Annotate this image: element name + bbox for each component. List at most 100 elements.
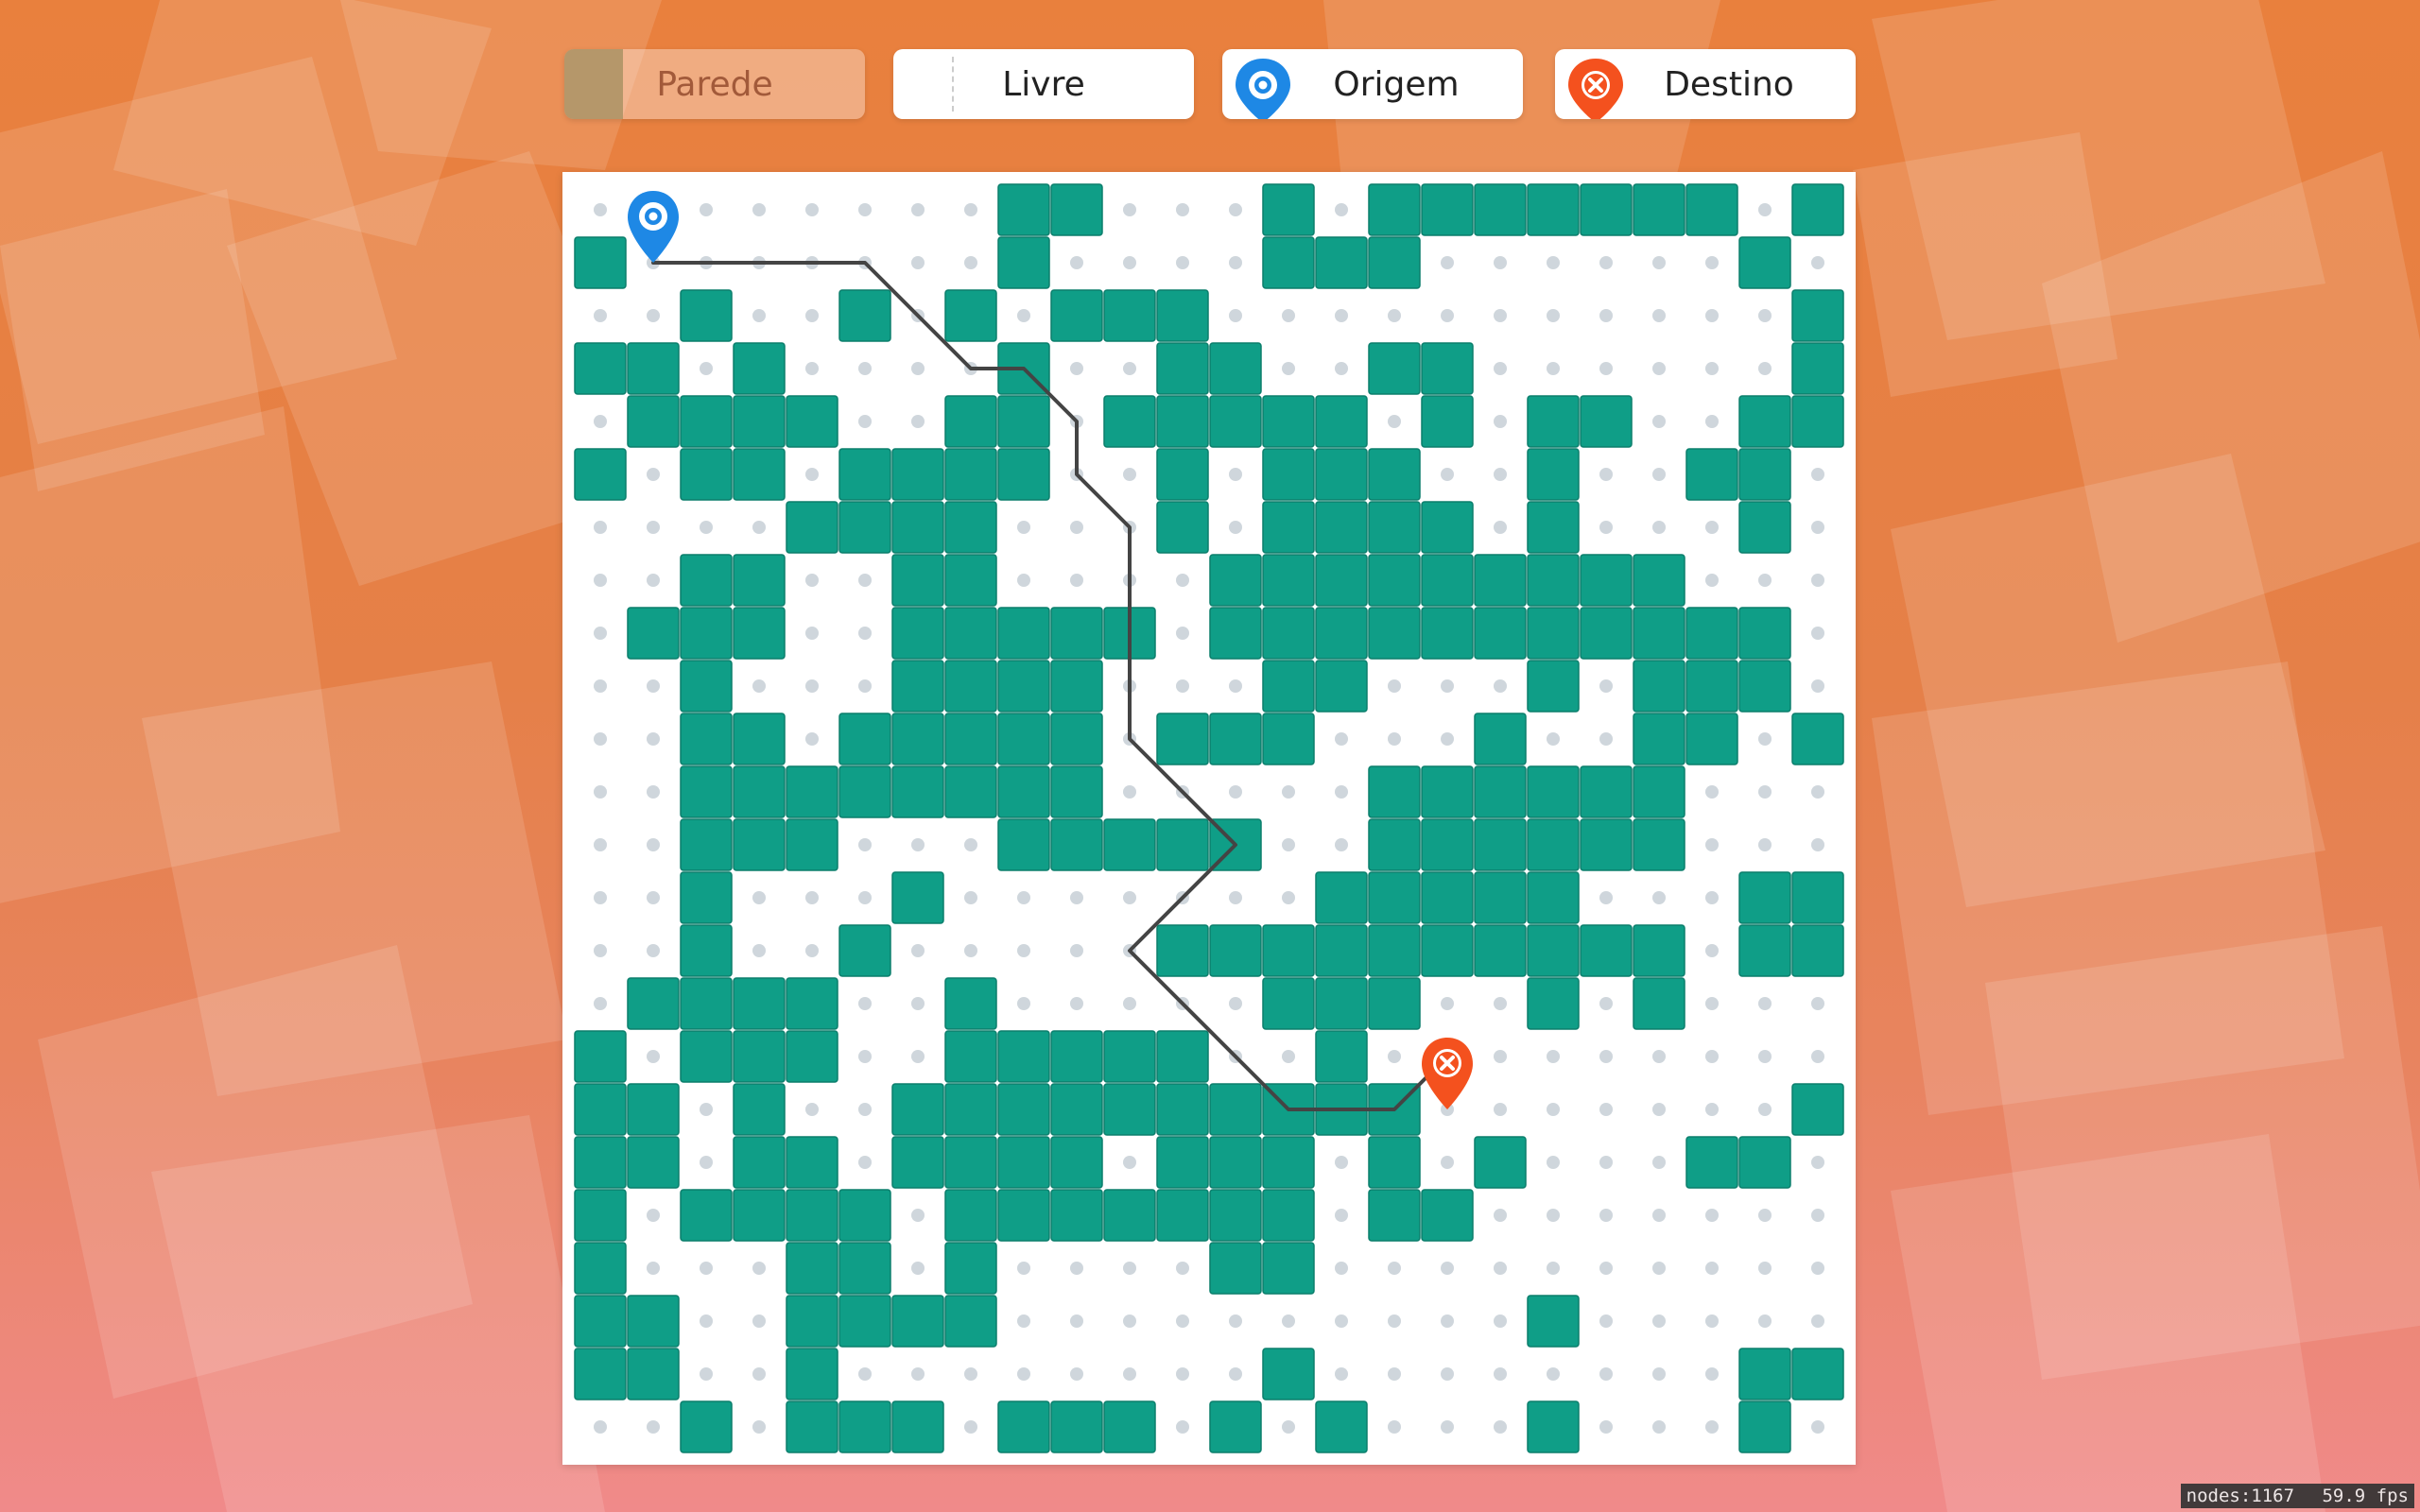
- wall-cell[interactable]: [627, 1136, 680, 1189]
- free-cell[interactable]: [1070, 362, 1083, 375]
- free-cell[interactable]: [1229, 309, 1242, 322]
- wall-cell[interactable]: [1738, 660, 1791, 713]
- free-cell[interactable]: [1758, 838, 1772, 851]
- free-cell[interactable]: [1547, 1156, 1560, 1169]
- free-cell[interactable]: [1705, 891, 1719, 904]
- wall-cell[interactable]: [1315, 977, 1368, 1030]
- wall-cell[interactable]: [1315, 236, 1368, 289]
- free-cell[interactable]: [1176, 256, 1189, 269]
- free-cell[interactable]: [911, 256, 925, 269]
- free-cell[interactable]: [1599, 362, 1613, 375]
- free-cell[interactable]: [647, 891, 660, 904]
- wall-cell[interactable]: [944, 1189, 997, 1242]
- wall-cell[interactable]: [997, 395, 1050, 448]
- wall-cell[interactable]: [1738, 501, 1791, 554]
- wall-cell[interactable]: [944, 1295, 997, 1348]
- free-cell[interactable]: [700, 362, 713, 375]
- free-cell[interactable]: [1705, 1103, 1719, 1116]
- free-cell[interactable]: [1017, 891, 1030, 904]
- free-cell[interactable]: [1441, 309, 1454, 322]
- wall-cell[interactable]: [1315, 607, 1368, 660]
- wall-cell[interactable]: [997, 660, 1050, 713]
- wall-cell[interactable]: [1580, 607, 1633, 660]
- free-cell[interactable]: [1758, 1314, 1772, 1328]
- free-cell[interactable]: [1017, 309, 1030, 322]
- free-cell[interactable]: [752, 203, 766, 216]
- free-cell[interactable]: [647, 785, 660, 799]
- free-cell[interactable]: [858, 203, 872, 216]
- free-cell[interactable]: [1282, 1050, 1295, 1063]
- wall-cell[interactable]: [1474, 924, 1527, 977]
- free-cell[interactable]: [1652, 1420, 1666, 1434]
- wall-cell[interactable]: [1050, 713, 1103, 765]
- free-cell[interactable]: [1494, 309, 1507, 322]
- free-cell[interactable]: [1441, 679, 1454, 693]
- free-cell[interactable]: [700, 1367, 713, 1381]
- wall-cell[interactable]: [1262, 660, 1315, 713]
- free-cell[interactable]: [1705, 1367, 1719, 1381]
- wall-cell[interactable]: [680, 713, 733, 765]
- free-cell[interactable]: [911, 997, 925, 1010]
- wall-cell[interactable]: [1368, 765, 1421, 818]
- wall-cell[interactable]: [1368, 554, 1421, 607]
- free-cell[interactable]: [1652, 1314, 1666, 1328]
- wall-cell[interactable]: [1209, 1189, 1262, 1242]
- free-cell[interactable]: [1070, 891, 1083, 904]
- free-cell[interactable]: [700, 1262, 713, 1275]
- free-cell[interactable]: [858, 891, 872, 904]
- wall-cell[interactable]: [1103, 1083, 1156, 1136]
- free-cell[interactable]: [1388, 1314, 1401, 1328]
- free-cell[interactable]: [1388, 1262, 1401, 1275]
- wall-cell[interactable]: [1315, 395, 1368, 448]
- wall-cell[interactable]: [1580, 183, 1633, 236]
- wall-cell[interactable]: [574, 448, 627, 501]
- wall-cell[interactable]: [1738, 1348, 1791, 1400]
- wall-cell[interactable]: [997, 1030, 1050, 1083]
- free-cell[interactable]: [1335, 732, 1348, 746]
- wall-cell[interactable]: [680, 1030, 733, 1083]
- free-cell[interactable]: [1123, 256, 1136, 269]
- free-cell[interactable]: [858, 838, 872, 851]
- free-cell[interactable]: [1758, 362, 1772, 375]
- wall-cell[interactable]: [1633, 713, 1685, 765]
- wall-cell[interactable]: [1527, 1295, 1580, 1348]
- wall-cell[interactable]: [1209, 1242, 1262, 1295]
- wall-cell[interactable]: [1262, 395, 1315, 448]
- wall-cell[interactable]: [838, 289, 891, 342]
- wall-cell[interactable]: [680, 977, 733, 1030]
- free-cell[interactable]: [1705, 1420, 1719, 1434]
- free-cell[interactable]: [1070, 521, 1083, 534]
- free-cell[interactable]: [1494, 1103, 1507, 1116]
- free-cell[interactable]: [1229, 203, 1242, 216]
- wall-cell[interactable]: [891, 1083, 944, 1136]
- wall-cell[interactable]: [1474, 183, 1527, 236]
- free-cell[interactable]: [1758, 785, 1772, 799]
- free-cell[interactable]: [1599, 732, 1613, 746]
- free-cell[interactable]: [1123, 785, 1136, 799]
- free-cell[interactable]: [911, 1209, 925, 1222]
- free-cell[interactable]: [647, 1050, 660, 1063]
- free-cell[interactable]: [752, 309, 766, 322]
- wall-cell[interactable]: [997, 1189, 1050, 1242]
- free-cell[interactable]: [1599, 1209, 1613, 1222]
- free-cell[interactable]: [1229, 521, 1242, 534]
- wall-cell[interactable]: [1368, 236, 1421, 289]
- free-cell[interactable]: [964, 1367, 977, 1381]
- free-cell[interactable]: [1229, 785, 1242, 799]
- free-cell[interactable]: [858, 1050, 872, 1063]
- free-cell[interactable]: [1441, 468, 1454, 481]
- wall-cell[interactable]: [891, 1136, 944, 1189]
- free-cell[interactable]: [700, 1103, 713, 1116]
- wall-cell[interactable]: [891, 501, 944, 554]
- free-cell[interactable]: [1123, 1156, 1136, 1169]
- wall-cell[interactable]: [1580, 924, 1633, 977]
- wall-cell[interactable]: [944, 1136, 997, 1189]
- free-cell[interactable]: [1652, 468, 1666, 481]
- free-cell[interactable]: [1811, 468, 1824, 481]
- free-cell[interactable]: [594, 521, 607, 534]
- wall-cell[interactable]: [1633, 660, 1685, 713]
- wall-cell[interactable]: [1050, 1400, 1103, 1453]
- free-cell[interactable]: [1494, 468, 1507, 481]
- wall-cell[interactable]: [627, 1295, 680, 1348]
- wall-cell[interactable]: [1156, 395, 1209, 448]
